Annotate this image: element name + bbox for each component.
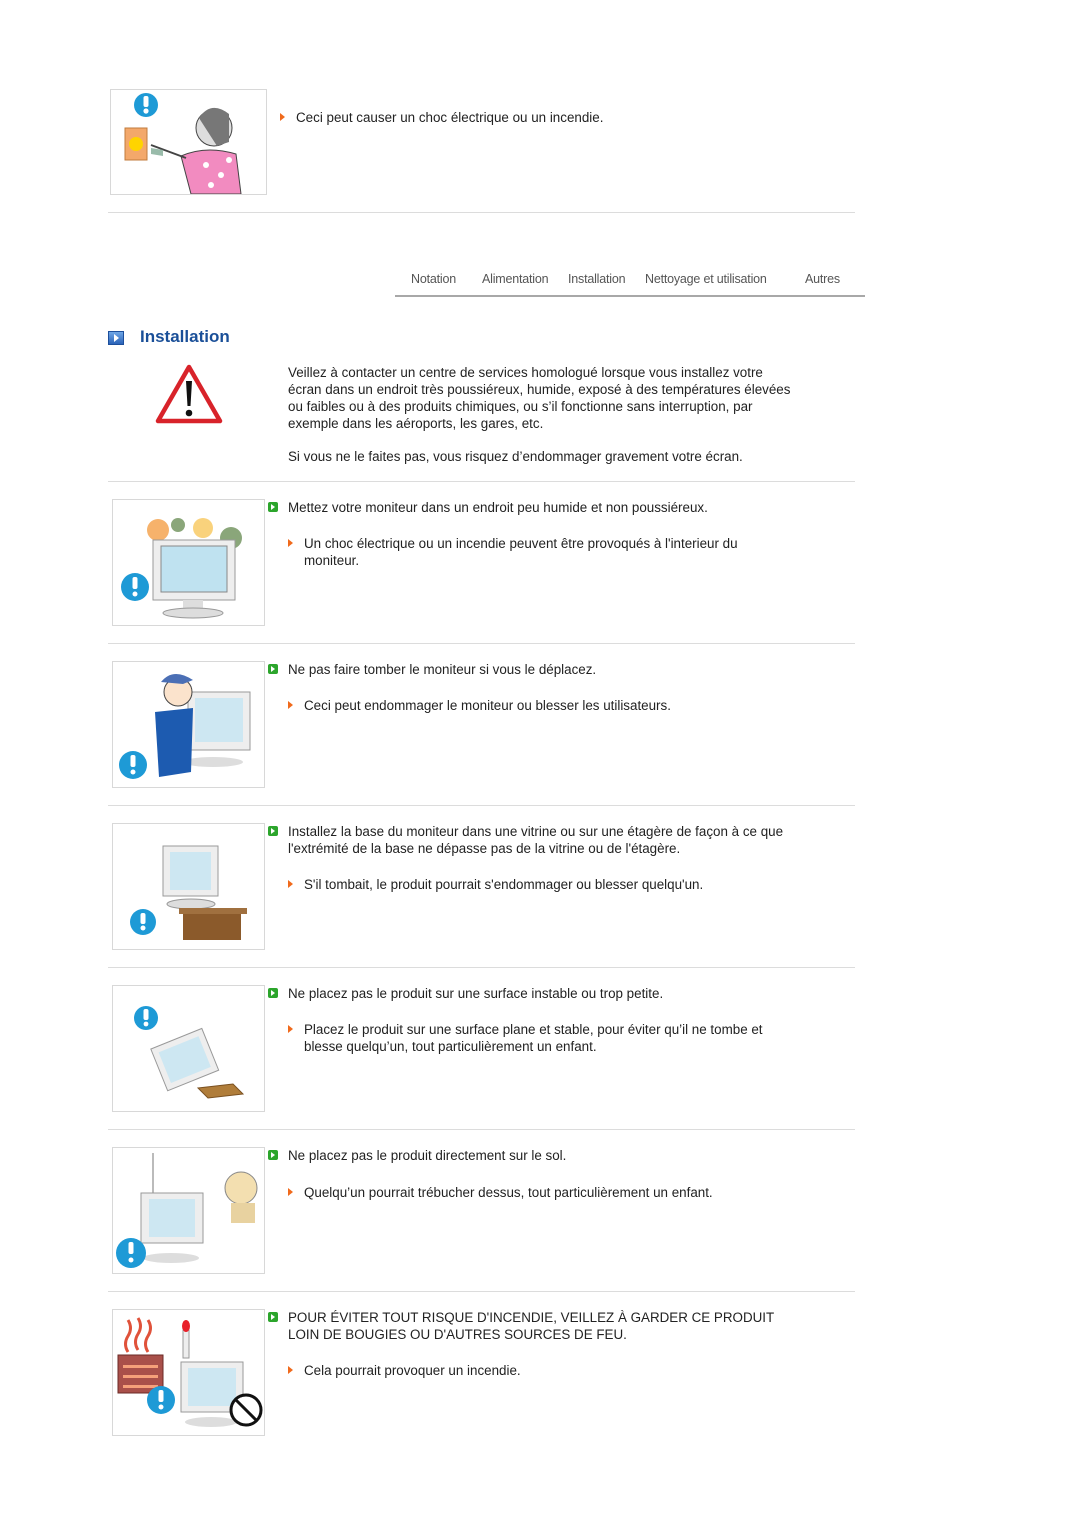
item-main-text: Ne pas faire tomber le moniteur si vous …	[288, 662, 597, 677]
orange-arrow-icon	[288, 701, 293, 709]
item-main-text: Installez la base du moniteur dans une v…	[288, 824, 784, 856]
woman-pulling-plug-illustration	[110, 89, 267, 195]
intro-line: ou faibles ou à des produits chimiques, …	[288, 399, 753, 414]
item-main-text: Ne placez pas le produit sur une surface…	[288, 986, 664, 1001]
divider	[108, 1291, 855, 1292]
green-bullet-icon	[268, 1150, 278, 1160]
orange-arrow-icon	[280, 113, 285, 121]
nav-alimentation[interactable]: Alimentation	[482, 272, 549, 286]
intro-line: écran dans un endroit très poussiéreux, …	[288, 382, 791, 397]
item-main-text: POUR ÉVITER TOUT RISQUE D'INCENDIE, VEIL…	[288, 1310, 775, 1342]
item-sub-text: Cela pourrait provoquer un incendie.	[288, 1362, 521, 1379]
monitor-on-shelf-edge-illustration	[112, 823, 265, 950]
orange-arrow-icon	[288, 1188, 293, 1196]
item-sub-text: Quelqu’un pourrait trébucher dessus, tou…	[288, 1184, 713, 1201]
orange-arrow-icon	[288, 1025, 293, 1033]
divider	[108, 643, 855, 644]
intro-consequence: Si vous ne le faites pas, vous risquez d…	[288, 449, 743, 464]
blue-arrow-box-icon	[108, 331, 124, 345]
note-text: Ceci peut causer un choc électrique ou u…	[296, 110, 604, 125]
intro-paragraph: Veillez à contacter un centre de service…	[288, 364, 790, 432]
green-bullet-icon	[268, 988, 278, 998]
divider	[108, 967, 855, 968]
nav-nettoyage[interactable]: Nettoyage et utilisation	[645, 272, 767, 286]
orange-arrow-icon	[288, 880, 293, 888]
bullet-note: Ceci peut causer un choc électrique ou u…	[280, 109, 603, 126]
divider	[108, 212, 855, 213]
nav-notation[interactable]: Notation	[411, 272, 456, 286]
nav-underline	[395, 295, 865, 297]
section-title: Installation	[140, 327, 230, 346]
item-main-text: Mettez votre moniteur dans un endroit pe…	[288, 500, 708, 515]
item-main-text: Ne placez pas le produit directement sur…	[288, 1148, 567, 1163]
divider	[108, 805, 855, 806]
orange-arrow-icon	[288, 539, 293, 547]
divider	[108, 1129, 855, 1130]
green-bullet-icon	[268, 664, 278, 674]
man-carrying-monitor-illustration	[112, 661, 265, 788]
nav-installation[interactable]: Installation	[568, 272, 626, 286]
item-sub-text: Placez le produit sur une surface plane …	[288, 1021, 763, 1055]
green-bullet-icon	[268, 826, 278, 836]
divider	[108, 481, 855, 482]
green-bullet-icon	[268, 502, 278, 512]
monitor-dust-humidity-illustration	[112, 499, 265, 626]
warning-triangle-icon	[155, 364, 223, 424]
orange-arrow-icon	[288, 1366, 293, 1374]
green-bullet-icon	[268, 1312, 278, 1322]
monitor-tipping-illustration	[112, 985, 265, 1112]
nav-autres[interactable]: Autres	[805, 272, 840, 286]
intro-line: Veillez à contacter un centre de service…	[288, 365, 763, 380]
monitor-near-candle-heater-illustration	[112, 1309, 265, 1436]
monitor-on-floor-child-illustration	[112, 1147, 265, 1274]
item-sub-text: Un choc électrique ou un incendie peuven…	[288, 535, 738, 569]
intro-line: exemple dans les aéroports, les gares, e…	[288, 416, 544, 431]
item-sub-text: S'il tombait, le produit pourrait s'endo…	[288, 876, 703, 893]
item-sub-text: Ceci peut endommager le moniteur ou bles…	[288, 697, 671, 714]
